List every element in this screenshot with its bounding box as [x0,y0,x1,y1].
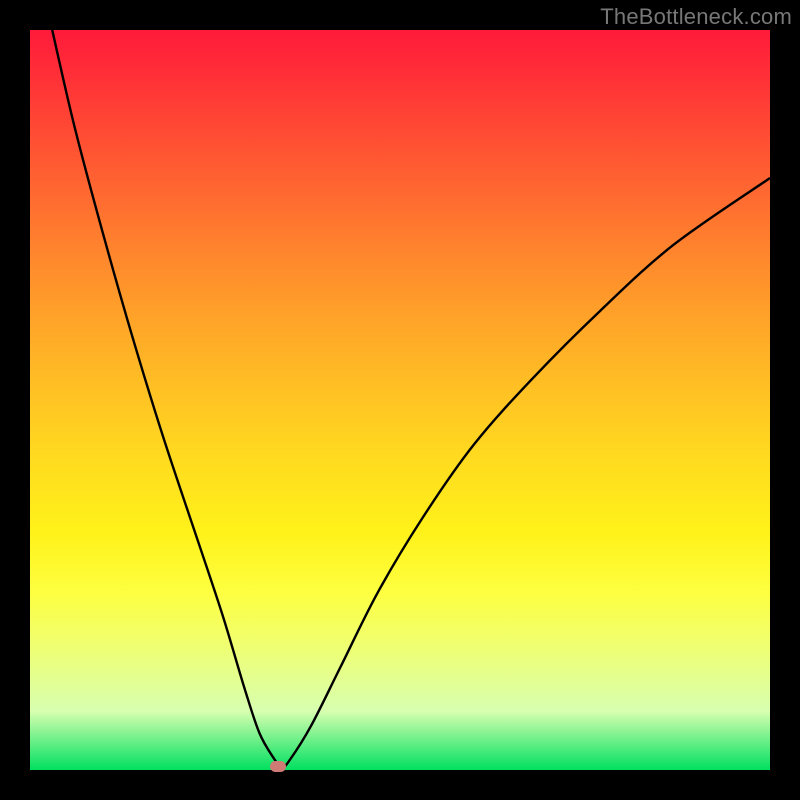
watermark-text: TheBottleneck.com [600,4,792,30]
minimum-marker [270,761,286,772]
chart-plot-area [30,30,770,770]
bottleneck-curve [30,30,770,770]
